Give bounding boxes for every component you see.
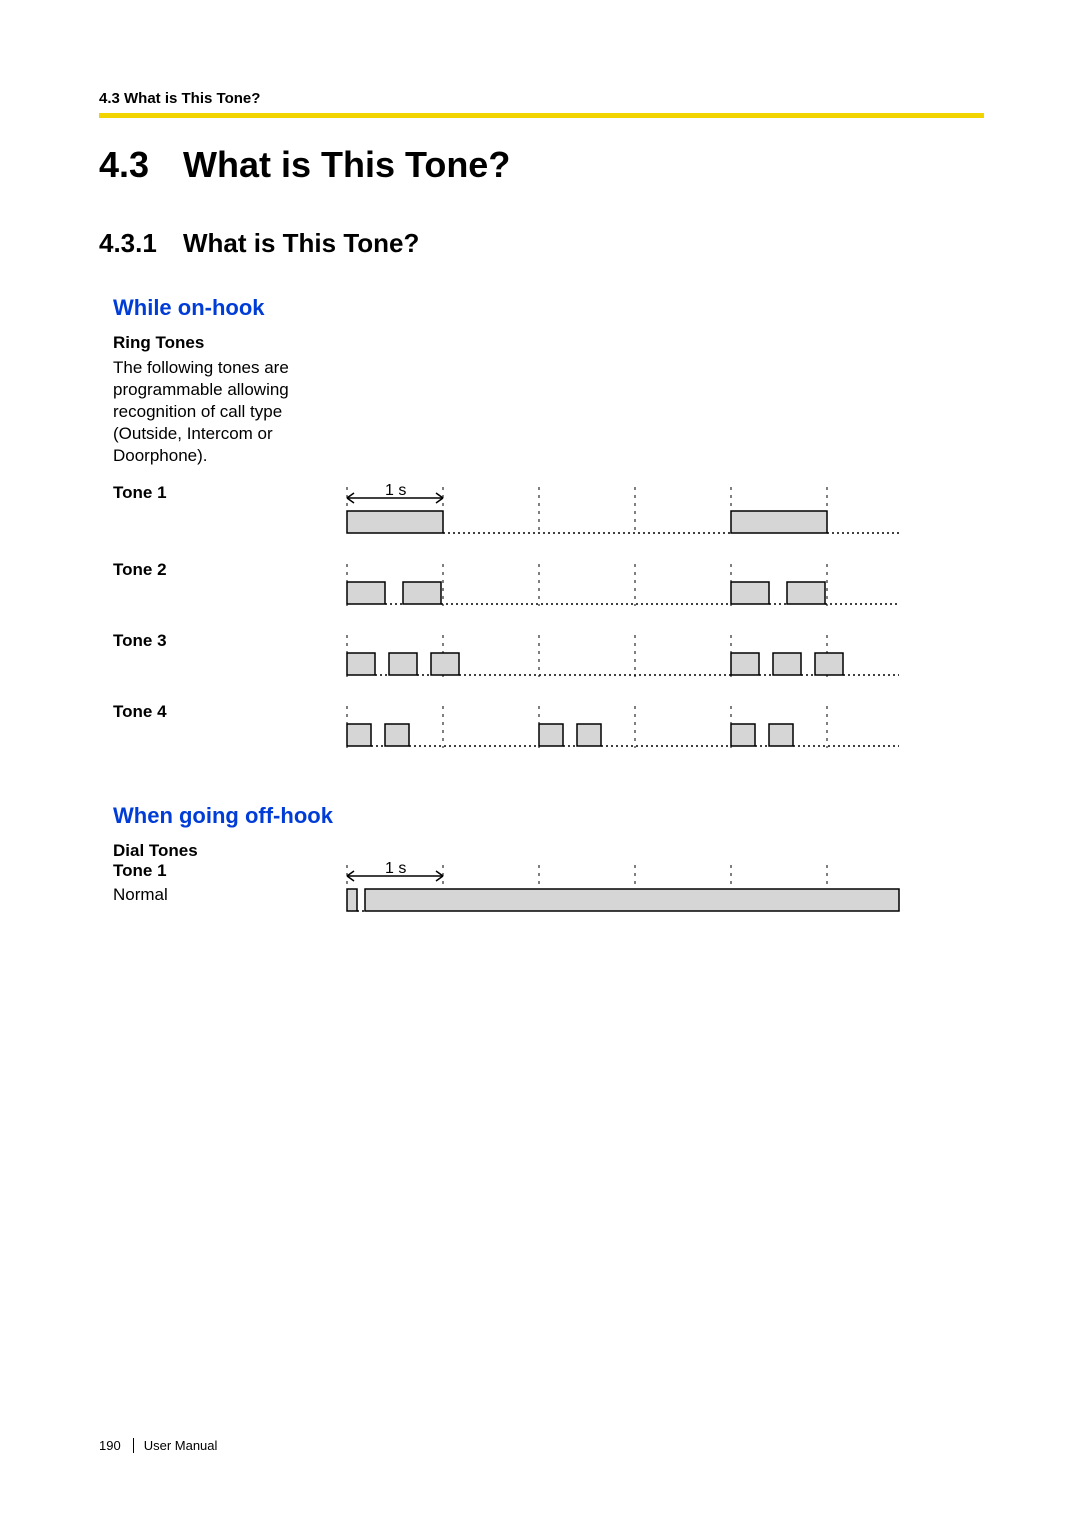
onhook-heading: While on-hook: [113, 295, 984, 321]
tone1-label: Tone 1: [113, 483, 343, 503]
section-number: 4.3: [99, 144, 183, 186]
tone3-diagram: [343, 631, 903, 681]
footer-title: User Manual: [134, 1438, 218, 1453]
time-label: 1 s: [385, 861, 406, 877]
dial-tone1-diagram: 1 s: [343, 861, 903, 917]
ring-tones-label: Ring Tones: [113, 333, 984, 353]
ring-tones-desc: The following tones are programmable all…: [113, 357, 353, 467]
section-heading: 4.3What is This Tone?: [99, 144, 984, 186]
subsection-number: 4.3.1: [99, 228, 183, 259]
tone4-label: Tone 4: [113, 702, 343, 722]
page-number: 190: [99, 1438, 134, 1453]
tone2-diagram: [343, 560, 903, 610]
tone3-label: Tone 3: [113, 631, 343, 651]
header-rule: [99, 113, 984, 118]
subsection-title: What is This Tone?: [183, 228, 419, 258]
subsection-heading: 4.3.1What is This Tone?: [99, 228, 984, 259]
time-label: 1 s: [385, 483, 406, 499]
dial-tones-label: Dial Tones: [113, 841, 984, 861]
tone4-diagram: [343, 702, 903, 752]
dial-tone1-desc: Normal: [113, 885, 343, 905]
dial-tone1-label: Tone 1: [113, 861, 343, 881]
page-footer: 190User Manual: [99, 1438, 217, 1453]
tone1-diagram: 1 s: [343, 483, 903, 539]
section-title: What is This Tone?: [183, 144, 510, 185]
tone2-label: Tone 2: [113, 560, 343, 580]
offhook-heading: When going off-hook: [113, 803, 984, 829]
running-header: 4.3 What is This Tone?: [99, 90, 984, 107]
